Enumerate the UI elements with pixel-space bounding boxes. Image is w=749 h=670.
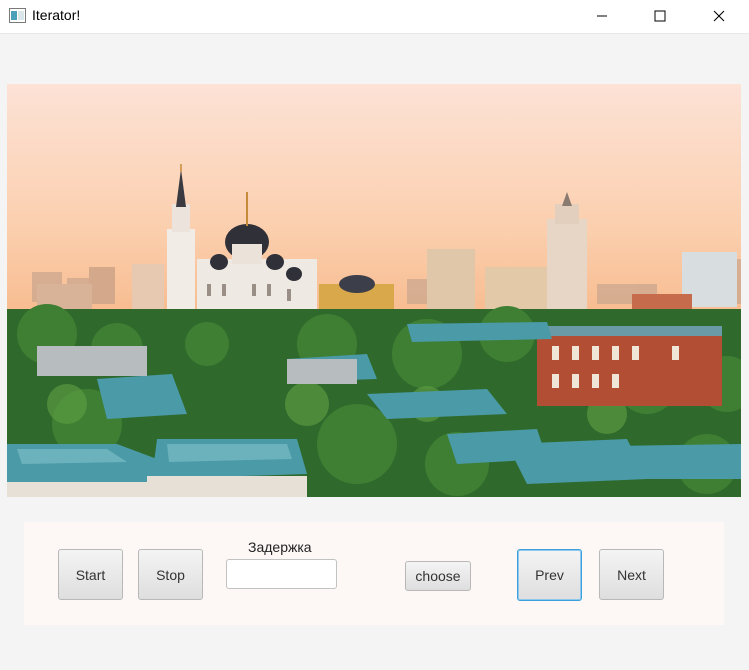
start-button[interactable]: Start: [58, 549, 123, 600]
stop-button[interactable]: Stop: [138, 549, 203, 600]
city-skyline-illustration: [7, 84, 741, 497]
minimize-button[interactable]: [579, 0, 625, 32]
title-bar: Iterator!: [0, 0, 749, 34]
window-title: Iterator!: [32, 7, 81, 23]
delay-input[interactable]: [226, 559, 337, 589]
city-skyline-image: [7, 84, 741, 497]
maximize-button[interactable]: [637, 0, 683, 32]
delay-label: Задержка: [248, 539, 312, 555]
controls-panel: Start Stop Задержка choose Prev Next: [24, 522, 724, 625]
close-button[interactable]: [696, 0, 742, 32]
close-icon: [713, 10, 725, 22]
prev-button[interactable]: Prev: [517, 549, 582, 601]
maximize-icon: [654, 10, 666, 22]
minimize-icon: [597, 15, 607, 17]
app-icon: [9, 8, 26, 23]
choose-button[interactable]: choose: [405, 561, 471, 591]
next-button[interactable]: Next: [599, 549, 664, 600]
